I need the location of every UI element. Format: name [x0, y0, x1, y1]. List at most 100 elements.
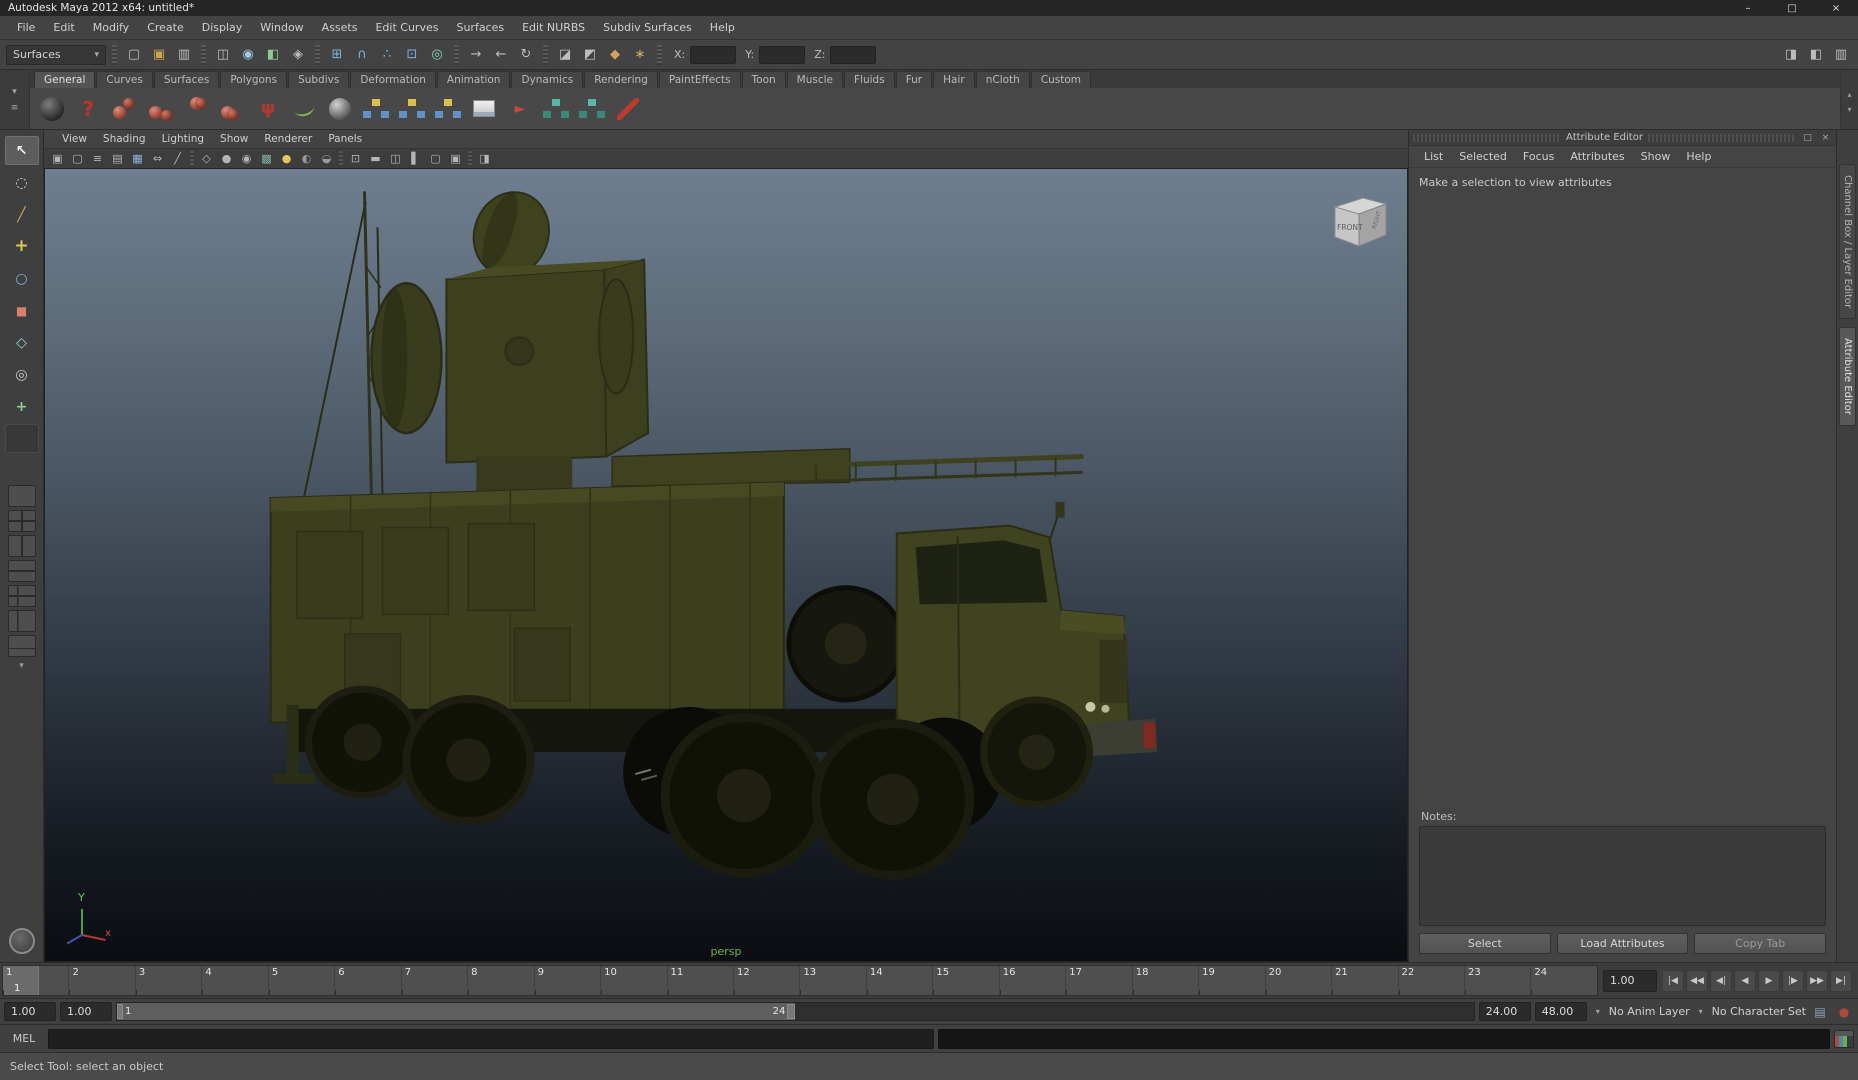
animation-end-input[interactable]: 48.00 [1534, 1002, 1587, 1021]
safe-title-icon[interactable] [446, 150, 465, 167]
animation-start-input[interactable]: 1.00 [4, 1002, 56, 1021]
shelf-hierarchy-icon[interactable] [432, 93, 464, 125]
shelf-paint-brush-icon[interactable] [612, 93, 644, 125]
use-all-lights-icon[interactable] [277, 150, 296, 167]
menu-edit-nurbs[interactable]: Edit NURBS [513, 18, 594, 37]
timeline-tick[interactable]: 8 [467, 966, 533, 995]
shelf-tab-rendering[interactable]: Rendering [584, 71, 658, 88]
menu-file[interactable]: File [8, 18, 44, 37]
shelf-tab-menu-icon[interactable] [7, 86, 23, 98]
make-live-icon[interactable] [426, 44, 448, 66]
toolbox-bottom-icon[interactable] [8, 928, 35, 954]
shelf-tab-animation[interactable]: Animation [436, 71, 511, 88]
lasso-tool[interactable] [5, 168, 39, 197]
range-slider-track[interactable]: 1 24 [116, 1002, 1475, 1021]
timeline-tick[interactable]: 18 [1131, 966, 1198, 995]
universal-manipulator-tool[interactable] [5, 328, 39, 357]
y-input[interactable] [759, 45, 806, 64]
menu-create[interactable]: Create [138, 18, 193, 37]
timeline-tick[interactable]: 21 [1331, 966, 1397, 995]
grease-pencil-icon[interactable] [168, 150, 187, 167]
shelf-tab-surfaces[interactable]: Surfaces [153, 71, 220, 88]
script-editor-icon[interactable] [1834, 1029, 1854, 1048]
pan-zoom-icon[interactable] [148, 150, 167, 167]
toggle-channel-box-icon[interactable] [1830, 44, 1852, 66]
select-camera-icon[interactable] [48, 150, 67, 167]
shelf-tab-fluids[interactable]: Fluids [844, 71, 895, 88]
menu-modify[interactable]: Modify [84, 18, 138, 37]
selection-mask-icon[interactable] [287, 44, 309, 66]
character-set-dropdown-icon[interactable]: ▾ [1694, 1004, 1708, 1020]
shelf-spheres-chain-icon[interactable] [180, 93, 212, 125]
shelf-tab-painteffects[interactable]: PaintEffects [658, 71, 741, 88]
timeline-tick[interactable]: 11 [666, 966, 733, 995]
timeline-tick[interactable]: 1 [3, 966, 68, 995]
panel-float-icon[interactable]: □ [1801, 131, 1814, 144]
playback-go-end-button[interactable]: ▶| [1830, 969, 1852, 992]
timeline-tick[interactable]: 6 [334, 966, 400, 995]
shelf-claw-icon[interactable] [252, 93, 284, 125]
ipr-render-icon[interactable] [604, 44, 626, 66]
view-cube[interactable]: FRONT RIGHT [1327, 191, 1393, 255]
shelf-scroll-up-icon[interactable]: ▴ [1847, 90, 1851, 99]
film-gate-icon[interactable] [386, 150, 405, 167]
playback-step-forward-frame-button[interactable]: ▶▶ [1806, 969, 1828, 992]
shelf-pointer-icon[interactable] [504, 93, 536, 125]
playback-go-start-button[interactable]: |◀ [1662, 969, 1684, 992]
shelf-curve-icon[interactable] [288, 93, 320, 125]
current-time-input[interactable]: 1.00 [1603, 969, 1657, 992]
bookmarks-icon[interactable] [108, 150, 127, 167]
textured-icon[interactable] [257, 150, 276, 167]
render-settings-icon[interactable] [629, 44, 651, 66]
move-tool[interactable] [5, 232, 39, 261]
timeline-tick[interactable]: 23 [1463, 966, 1530, 995]
layout-four-pane-button[interactable] [7, 510, 36, 532]
select-button[interactable]: Select [1419, 933, 1551, 954]
timeline-tick[interactable]: 7 [400, 966, 467, 995]
select-component-mode-icon[interactable] [262, 44, 284, 66]
shelf-tab-muscle[interactable]: Muscle [786, 71, 844, 88]
shelf-group-icon[interactable] [360, 93, 392, 125]
timeline-tick[interactable]: 2 [68, 966, 134, 995]
shelf-tab-polygons[interactable]: Polygons [220, 71, 288, 88]
snap-to-plane-icon[interactable] [401, 44, 423, 66]
tab-channel-box[interactable]: Channel Box / Layer Editor [1839, 164, 1856, 320]
select-tool[interactable] [4, 136, 39, 165]
output-connections-icon[interactable] [490, 44, 512, 66]
character-set-label[interactable]: No Character Set [1712, 1005, 1806, 1018]
save-scene-icon[interactable] [173, 44, 195, 66]
panel-menu-shading[interactable]: Shading [95, 132, 154, 146]
layout-two-pane-side-button[interactable] [7, 535, 36, 557]
shelf-sphere-icon[interactable] [324, 93, 356, 125]
timeline-tick[interactable]: 9 [533, 966, 600, 995]
construction-history-icon[interactable] [515, 44, 537, 66]
playback-start-input[interactable]: 1.00 [60, 1002, 112, 1021]
range-handle-right[interactable] [787, 1004, 796, 1019]
shelf-duplicate-icon[interactable] [540, 93, 572, 125]
menu-edit[interactable]: Edit [44, 18, 83, 37]
timeline-tick[interactable]: 24 [1530, 966, 1596, 995]
shelf-tab-subdivs[interactable]: Subdivs [288, 71, 350, 88]
menu-window[interactable]: Window [251, 18, 312, 37]
layout-single-pane-button[interactable] [7, 485, 36, 507]
z-input[interactable] [830, 45, 877, 64]
playback-step-back-frame-button[interactable]: ◀◀ [1686, 969, 1708, 992]
timeline-tick[interactable]: 5 [267, 966, 334, 995]
paint-selection-tool[interactable] [5, 200, 39, 229]
x-input[interactable] [690, 45, 737, 64]
menu-edit-curves[interactable]: Edit Curves [366, 18, 447, 37]
layout-more-button[interactable]: ▾ [8, 660, 36, 672]
timeline-track[interactable]: 1 1 2 3 4 5 6 7 8 9 10 11 12 13 14 15 16… [2, 965, 1598, 996]
anim-layer-dropdown-icon[interactable]: ▾ [1591, 1004, 1605, 1020]
gate-mask-icon[interactable] [406, 150, 425, 167]
mel-input-field[interactable] [48, 1028, 934, 1049]
playback-play-backward-button[interactable]: ◀ [1734, 969, 1756, 992]
timeline-tick[interactable]: 13 [799, 966, 865, 995]
shadows-icon[interactable] [297, 150, 316, 167]
wireframe-on-shaded-icon[interactable] [237, 150, 256, 167]
lock-camera-icon[interactable] [68, 150, 87, 167]
timeline-tick[interactable]: 22 [1397, 966, 1464, 995]
isolate-select-icon[interactable] [346, 150, 365, 167]
layout-hypergraph-persp-button[interactable] [7, 635, 36, 657]
screen-space-ao-icon[interactable] [317, 150, 336, 167]
